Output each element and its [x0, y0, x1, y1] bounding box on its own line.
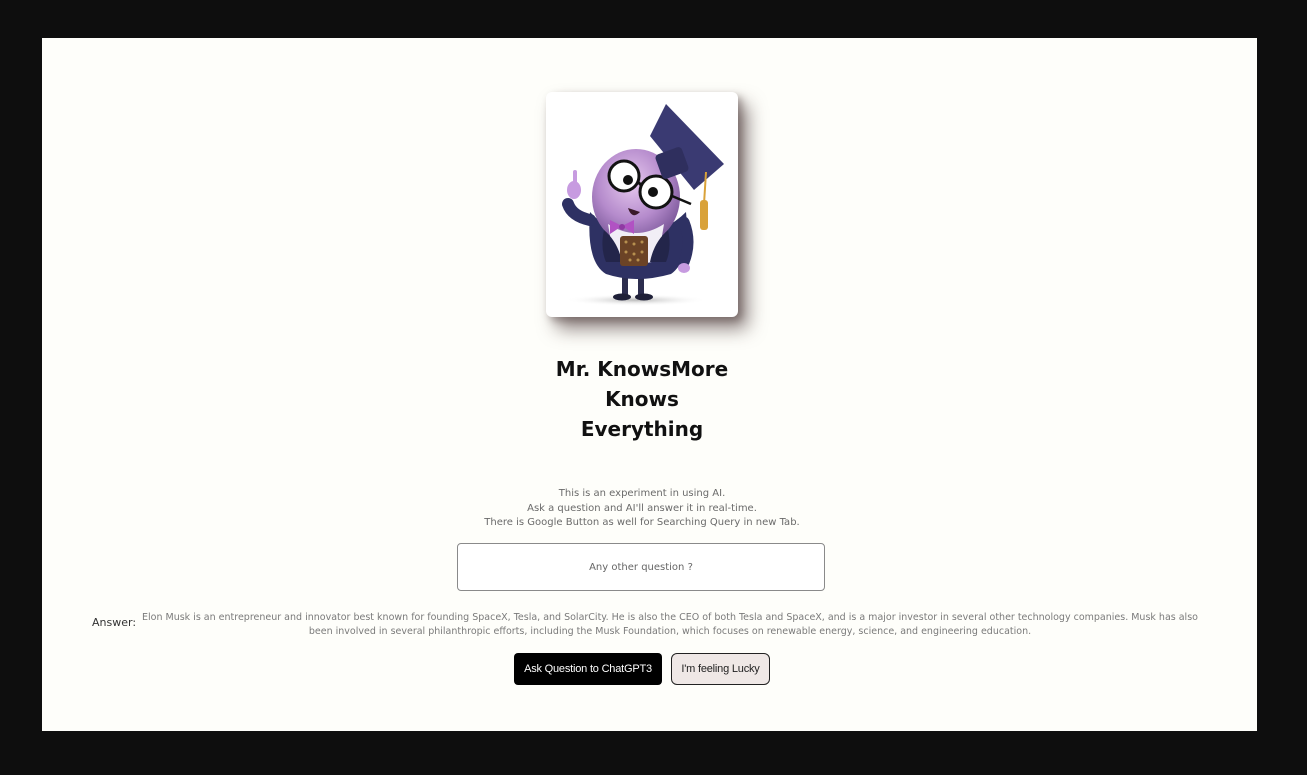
description-line: There is Google Button as well for Searc… — [484, 517, 800, 528]
title-line: Mr. KnowsMore — [555, 357, 729, 381]
professor-mascot-icon — [562, 104, 724, 306]
ask-chatgpt-button[interactable]: Ask Question to ChatGPT3 — [514, 653, 662, 685]
question-input[interactable] — [457, 543, 825, 591]
description-line: This is an experiment in using AI. — [558, 488, 726, 499]
answer-text: Elon Musk is an entrepreneur and innovat… — [142, 612, 1198, 637]
title-line: Everything — [580, 417, 704, 441]
description: This is an experiment in using AI. Ask a… — [399, 487, 885, 531]
title-line: Knows — [605, 387, 679, 411]
app-page: Mr. KnowsMore Knows Everything This is a… — [42, 38, 1257, 731]
description-line: Ask a question and AI'll answer it in re… — [527, 502, 757, 514]
feeling-lucky-button[interactable]: I'm feeling Lucky — [671, 653, 770, 685]
answer-label: Answer: — [92, 616, 137, 629]
page-title: Mr. KnowsMore Knows Everything — [499, 354, 785, 444]
mascot-image — [546, 92, 738, 317]
